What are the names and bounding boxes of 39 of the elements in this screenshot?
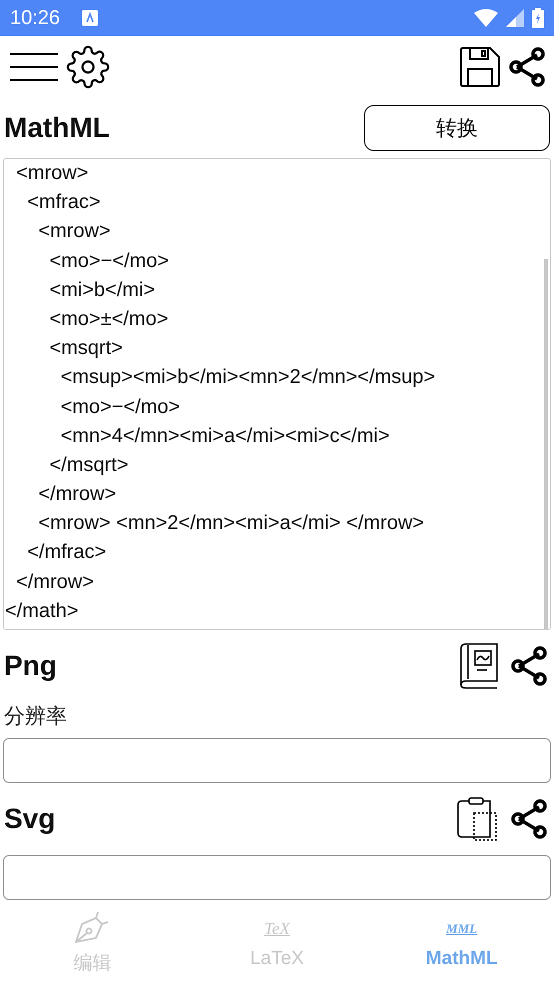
code-line: <mo>−</mo> [60,394,180,420]
code-line: <msup><mi>b</mi><mn>2</mn></msup> [60,365,436,390]
code-line: </math> [5,598,78,624]
svg-output-field[interactable] [3,855,551,900]
settings-icon[interactable] [66,45,110,89]
code-line: </mrow> [37,482,116,508]
code-line: <mn>4</mn><mi>a</mi><mi>c</mi> [60,424,390,449]
pen-nib-icon [74,910,110,944]
section-title: Svg [4,803,56,835]
code-line: <msqrt> [48,336,123,362]
code-line: <mfrac> [26,190,101,216]
clipboard-copy-icon[interactable] [456,797,498,841]
keyboard-notification-icon [82,10,98,26]
section-title: Png [4,650,57,682]
code-field[interactable] [3,158,551,630]
convert-button[interactable]: 转换 [364,105,550,151]
code-line: <mo>±</mo> [48,306,168,332]
save-icon[interactable] [460,47,500,87]
share-icon[interactable] [508,47,546,87]
resolution-label: 分辨率 [3,704,68,730]
code-line: <mrow> [37,219,111,244]
share-icon[interactable] [510,646,548,686]
share-icon[interactable] [510,799,548,839]
code-line: </mrow> [15,570,94,595]
code-line: <mrow> <mn>2</mn><mi>a</mi> </mrow> [37,511,424,536]
signal-icon [506,9,524,27]
code-line: <mi>b</mi> [48,278,156,303]
code-line: </msqrt> [48,452,128,478]
code-line: </mfrac> [26,540,106,566]
formula-icon: MML [446,916,478,942]
book-icon[interactable] [460,643,498,689]
code-line: <mrow> [15,161,88,186]
battery-icon [532,8,544,28]
status-time: 10:26 [10,6,60,30]
scrollbar[interactable] [544,259,548,629]
section-title: MathML [4,112,110,144]
code-line: <mo>−</mo> [48,248,169,274]
wifi-icon [474,9,498,27]
resolution-input[interactable] [3,738,551,783]
